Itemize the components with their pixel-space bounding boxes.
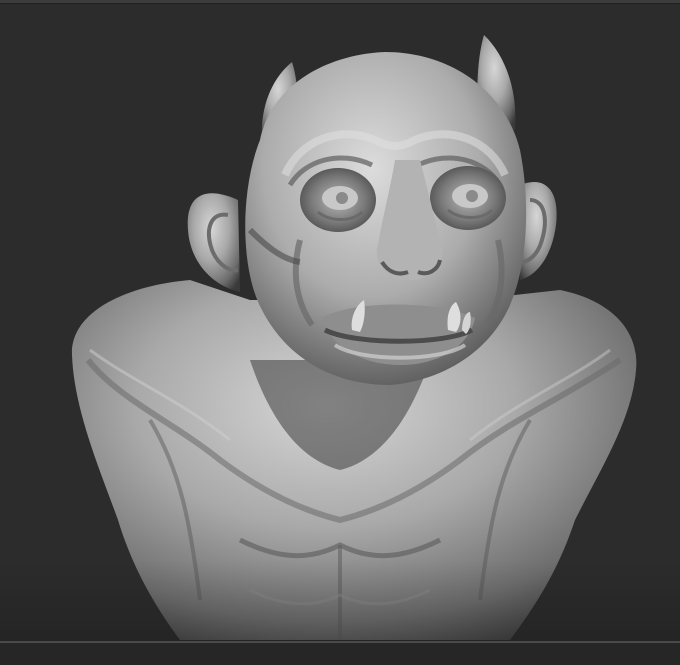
sculpt-viewport[interactable] (0, 0, 680, 665)
ogre-bust-render (0, 35, 680, 642)
head (245, 52, 527, 385)
viewport-footer-strip (0, 643, 680, 665)
